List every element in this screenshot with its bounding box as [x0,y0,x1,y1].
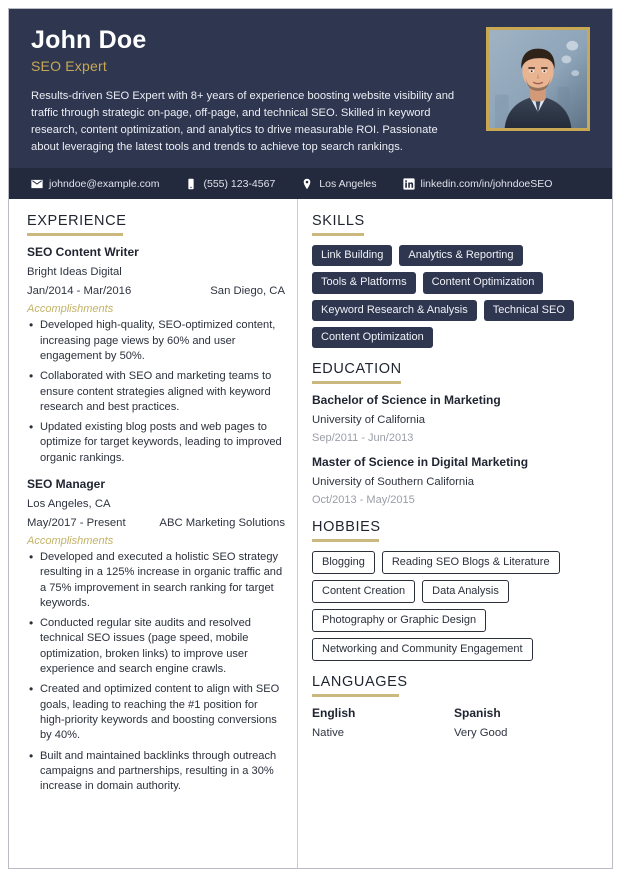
job-company: Los Angeles, CA [27,497,111,510]
section-underline [27,233,123,237]
language-level: Native [312,727,345,740]
contact-phone-text: (555) 123-4567 [203,177,276,190]
skill-chip[interactable]: Content Optimization [422,272,544,294]
job-meta-row: Jan/2014 - Mar/2016 San Diego, CA [27,285,285,297]
resume-page: John Doe SEO Expert Results-driven SEO E… [0,0,621,877]
hobby-chip[interactable]: Reading SEO Blogs & Literature [381,550,560,574]
education-school: University of California [312,413,426,426]
map-pin-icon [301,178,313,190]
accomplishments-label: Accomplishments [27,303,114,316]
education-section: EDUCATION Bachelor of Science in Marketi… [312,361,596,506]
section-underline [312,694,399,698]
candidate-summary: Results-driven SEO Expert with 8+ years … [31,90,455,154]
education-item: Master of Science in Digital Marketing U… [312,455,596,506]
hobbies-section: HOBBIES Blogging Reading SEO Blogs & Lit… [312,518,596,662]
job-location: San Diego, CA [210,285,285,298]
education-degree: Master of Science in Digital Marketing [312,454,529,469]
job-dates: Jan/2014 - Mar/2016 [27,285,132,298]
job-dates: May/2017 - Present [27,516,126,529]
hobby-chip[interactable]: Networking and Community Engagement [312,637,533,662]
accomplishments-list: Developed high-quality, SEO-optimized co… [27,317,285,466]
language-item: English Native [312,706,454,739]
education-item: Bachelor of Science in Marketing Univers… [312,393,596,444]
profile-photo-illustration [489,30,587,128]
hobby-chip[interactable]: Content Creation [312,579,416,603]
list-item: Developed and executed a holistic SEO st… [27,549,285,611]
skill-chip[interactable]: Technical SEO [483,299,574,321]
avatar [486,27,590,131]
left-column: EXPERIENCE SEO Content Writer Bright Ide… [9,199,298,868]
contact-email-text: johndoe@example.com [49,177,160,190]
skill-chip[interactable]: Analytics & Reporting [399,245,523,267]
section-underline [312,538,379,542]
skill-chip[interactable]: Content Optimization [312,326,433,348]
job-meta-row: May/2017 - Present ABC Marketing Solutio… [27,517,285,529]
envelope-icon [31,178,43,190]
language-item: Spanish Very Good [454,706,596,739]
education-dates: Sep/2011 - Jun/2013 [312,431,414,444]
job-title: SEO Manager [27,476,106,491]
contact-linkedin[interactable]: linkedin.com/in/johndoeSEO [402,177,553,190]
hobby-chip[interactable]: Blogging [312,550,375,574]
contact-location-text: Los Angeles [319,177,377,190]
resume-header: John Doe SEO Expert Results-driven SEO E… [9,9,612,169]
list-item: Updated existing blog posts and web page… [27,419,285,466]
contact-location[interactable]: Los Angeles [301,177,377,190]
mobile-phone-icon [185,178,197,190]
language-level: Very Good [454,727,508,740]
header-text-block: John Doe SEO Expert Results-driven SEO E… [31,27,470,156]
candidate-role: SEO Expert [31,58,107,75]
education-school: University of Southern California [312,475,474,488]
skill-chip[interactable]: Keyword Research & Analysis [312,299,477,321]
list-item: Developed high-quality, SEO-optimized co… [27,317,285,364]
skills-section: SKILLS Link Building Analytics & Reporti… [312,213,596,348]
list-item: Created and optimized content to align w… [27,681,285,743]
language-name: Spanish [454,706,501,721]
hobby-chip[interactable]: Photography or Graphic Design [312,608,487,632]
list-item: Conducted regular site audits and resolv… [27,615,285,677]
skills-heading: SKILLS [312,213,365,230]
contact-phone[interactable]: (555) 123-4567 [185,178,275,190]
hobbies-chip-list: Blogging Reading SEO Blogs & Literature … [312,550,596,662]
experience-section: EXPERIENCE SEO Content Writer Bright Ide… [27,213,285,794]
education-degree: Bachelor of Science in Marketing [312,392,501,407]
languages-list: English Native Spanish Very Good [312,706,596,739]
linkedin-icon [402,178,415,190]
hobbies-heading: HOBBIES [312,518,381,535]
experience-item: SEO Manager Los Angeles, CA May/2017 - P… [27,477,285,794]
accomplishments-label: Accomplishments [27,534,114,547]
list-item: Collaborated with SEO and marketing team… [27,368,285,415]
experience-item: SEO Content Writer Bright Ideas Digital … [27,245,285,466]
languages-heading: LANGUAGES [312,674,408,691]
job-title: SEO Content Writer [27,245,139,260]
right-column: SKILLS Link Building Analytics & Reporti… [298,199,612,868]
languages-section: LANGUAGES English Native Spanish Very Go… [312,674,596,739]
job-location: ABC Marketing Solutions [159,516,285,529]
education-heading: EDUCATION [312,360,402,377]
skill-chip[interactable]: Link Building [312,245,393,267]
skill-chip[interactable]: Tools & Platforms [312,272,416,294]
section-underline [312,233,364,237]
resume-sheet: John Doe SEO Expert Results-driven SEO E… [8,8,613,869]
contact-linkedin-text: linkedin.com/in/johndoeSEO [420,177,553,190]
experience-heading: EXPERIENCE [27,213,127,230]
contact-bar: johndoe@example.com (555) 123-4567 Los A… [9,168,612,200]
hobby-chip[interactable]: Data Analysis [422,579,509,603]
accomplishments-list: Developed and executed a holistic SEO st… [27,549,285,795]
language-name: English [312,706,356,721]
education-dates: Oct/2013 - May/2015 [312,493,415,506]
list-item: Built and maintained backlinks through o… [27,748,285,795]
contact-email[interactable]: johndoe@example.com [31,178,159,190]
candidate-name: John Doe [31,26,147,54]
job-company: Bright Ideas Digital [27,266,122,279]
section-underline [312,380,401,384]
resume-body: EXPERIENCE SEO Content Writer Bright Ide… [9,199,612,868]
skills-chip-list: Link Building Analytics & Reporting Tool… [312,245,596,348]
